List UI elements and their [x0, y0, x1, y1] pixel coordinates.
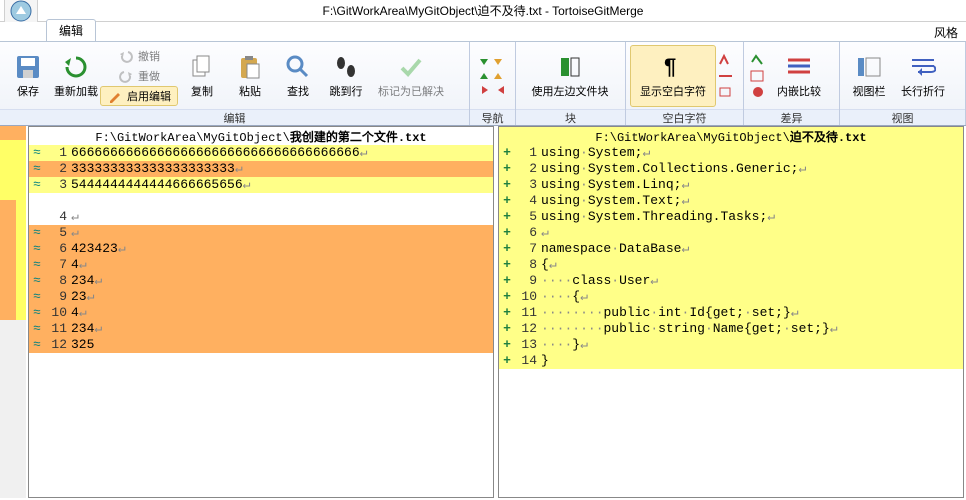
code-line[interactable]: ≈5↵: [29, 225, 493, 241]
paste-button[interactable]: 粘贴: [226, 45, 274, 107]
code-line[interactable]: +13····}↵: [499, 337, 963, 353]
right-overview-bar[interactable]: [16, 126, 26, 498]
ws-opt1-icon[interactable]: [716, 52, 736, 68]
group-diff: 差异: [744, 109, 839, 125]
right-pane: F:\GitWorkArea\MyGitObject\迫不及待.txt +1us…: [498, 126, 964, 498]
diff-opt3-icon[interactable]: [748, 84, 768, 100]
copy-button[interactable]: 复制: [178, 45, 226, 107]
right-lines[interactable]: +1using·System;↵+2using·System.Collectio…: [499, 145, 963, 497]
ws-opt3-icon[interactable]: [716, 84, 736, 100]
code-line[interactable]: ≈12325: [29, 337, 493, 353]
inline-diff-icon: [785, 53, 813, 81]
code-line[interactable]: ≈16666666666666666666666666666666666666↵: [29, 145, 493, 161]
ribbon: 保存 重新加载 撤销 重做 启用编辑: [0, 42, 966, 126]
left-overview-bar[interactable]: [0, 126, 16, 498]
group-edit: 编辑: [0, 109, 469, 125]
right-pane-title: F:\GitWorkArea\MyGitObject\迫不及待.txt: [499, 127, 963, 145]
copy-icon: [188, 53, 216, 81]
aux-menu[interactable]: 风格: [934, 24, 958, 41]
group-block: 块: [516, 109, 625, 125]
use-left-icon: [556, 53, 584, 81]
diff-opt1-icon[interactable]: [748, 52, 768, 68]
titlebar: F:\GitWorkArea\MyGitObject\迫不及待.txt - To…: [0, 0, 966, 22]
paste-icon: [236, 53, 264, 81]
wrap-long-button[interactable]: 长行折行: [894, 45, 952, 107]
show-whitespace-button[interactable]: ¶ 显示空白字符: [630, 45, 716, 107]
left-pane: F:\GitWorkArea\MyGitObject\我创建的第二个文件.txt…: [28, 126, 494, 498]
code-line[interactable]: +10····{↵: [499, 289, 963, 305]
code-line[interactable]: +2using·System.Collections.Generic;↵: [499, 161, 963, 177]
footsteps-icon: [332, 53, 360, 81]
ribbon-tabs: 编辑 风格: [0, 22, 966, 42]
tab-edit[interactable]: 编辑: [46, 19, 96, 41]
nav-down-icon[interactable]: [478, 69, 508, 83]
code-line[interactable]: +5using·System.Threading.Tasks;↵: [499, 209, 963, 225]
code-line[interactable]: ≈2333333333333333333333↵: [29, 161, 493, 177]
code-line[interactable]: +4using·System.Text;↵: [499, 193, 963, 209]
code-line[interactable]: [29, 193, 493, 209]
goto-line-button[interactable]: 跳到行: [322, 45, 370, 107]
window-title: F:\GitWorkArea\MyGitObject\迫不及待.txt - To…: [323, 2, 644, 19]
code-line[interactable]: +1using·System;↵: [499, 145, 963, 161]
svg-text:¶: ¶: [664, 54, 676, 79]
search-icon: [284, 53, 312, 81]
edit-icon: [107, 88, 123, 104]
group-nav: 导航: [470, 109, 515, 125]
code-line[interactable]: ≈104↵: [29, 305, 493, 321]
find-button[interactable]: 查找: [274, 45, 322, 107]
left-pane-title: F:\GitWorkArea\MyGitObject\我创建的第二个文件.txt: [29, 127, 493, 145]
save-button[interactable]: 保存: [4, 45, 52, 107]
enable-edit-button[interactable]: 启用编辑: [100, 86, 178, 106]
code-line[interactable]: +7namespace·DataBase↵: [499, 241, 963, 257]
save-icon: [14, 53, 42, 81]
code-line[interactable]: ≈6423423↵: [29, 241, 493, 257]
redo-button[interactable]: 重做: [100, 66, 178, 86]
code-line[interactable]: ≈8234↵: [29, 273, 493, 289]
code-line[interactable]: +6↵: [499, 225, 963, 241]
code-line[interactable]: +8{↵: [499, 257, 963, 273]
code-line[interactable]: +14}: [499, 353, 963, 369]
code-line[interactable]: ≈74↵: [29, 257, 493, 273]
code-line[interactable]: +12········public·string·Name{get;·set;}…: [499, 321, 963, 337]
diff-opt2-icon[interactable]: [748, 68, 768, 84]
pilcrow-icon: ¶: [659, 53, 687, 81]
code-line[interactable]: ≈35444444444444666665656↵: [29, 177, 493, 193]
viewbar-icon: [855, 53, 883, 81]
code-line[interactable]: ≈923↵: [29, 289, 493, 305]
code-line[interactable]: +3using·System.Linq;↵: [499, 177, 963, 193]
diff-area: F:\GitWorkArea\MyGitObject\我创建的第二个文件.txt…: [0, 126, 966, 498]
undo-icon: [118, 48, 134, 64]
wrap-icon: [909, 53, 937, 81]
reload-button[interactable]: 重新加载: [52, 45, 100, 107]
inline-diff-button[interactable]: 内嵌比较: [768, 45, 830, 107]
nav-leftright-icon[interactable]: [478, 83, 508, 97]
viewbar-button[interactable]: 视图栏: [844, 45, 894, 107]
group-view: 视图: [840, 109, 965, 125]
code-line[interactable]: 4↵: [29, 209, 493, 225]
redo-icon: [118, 68, 134, 84]
reload-icon: [62, 53, 90, 81]
use-left-button[interactable]: 使用左边文件块: [520, 45, 620, 107]
ws-opt2-icon[interactable]: [716, 68, 736, 84]
code-line[interactable]: ≈11234↵: [29, 321, 493, 337]
code-line[interactable]: +9····class·User↵: [499, 273, 963, 289]
group-whitespace: 空白字符: [626, 109, 743, 125]
check-icon: [397, 53, 425, 81]
undo-button[interactable]: 撤销: [100, 46, 178, 66]
nav-up-icon[interactable]: [478, 55, 508, 69]
left-lines[interactable]: ≈16666666666666666666666666666666666666↵…: [29, 145, 493, 497]
mark-resolved-button[interactable]: 标记为已解决: [370, 45, 452, 107]
code-line[interactable]: +11········public·int·Id{get;·set;}↵: [499, 305, 963, 321]
